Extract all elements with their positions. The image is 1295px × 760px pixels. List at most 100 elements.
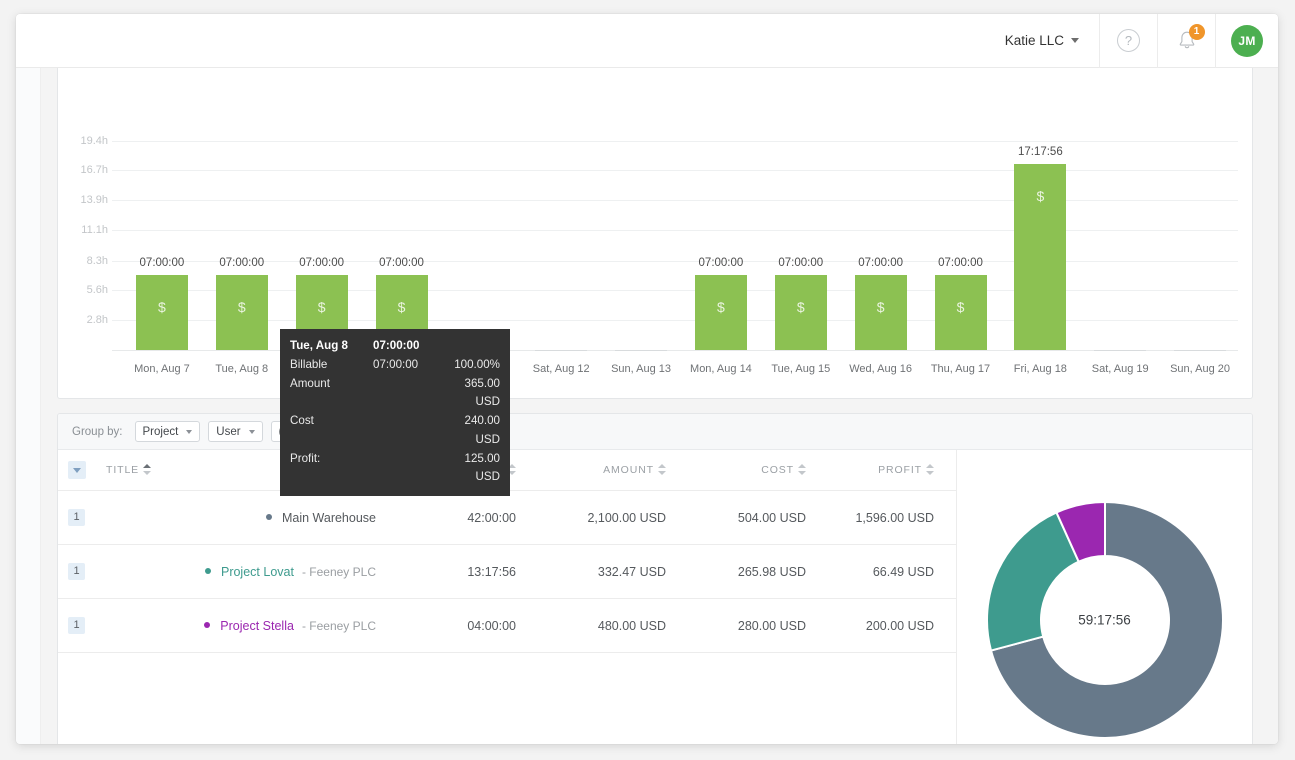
bar-value-label: 07:00:00 (938, 256, 983, 269)
donut-center-label: 59:17:56 (1078, 612, 1131, 627)
content-area: 19.4h 16.7h 13.9h 11.1h 8.3h 5.6h 2.8h $07:00:0… (41, 68, 1278, 744)
x-axis-tick-label: Sun, Aug 20 (1170, 363, 1231, 375)
tooltip-row: Cost 240.00 USD (290, 412, 500, 450)
chart-bar[interactable]: $ (694, 274, 747, 350)
chevron-down-icon (186, 429, 193, 434)
tooltip-row-mid: 07:00:00 (373, 357, 419, 371)
tooltip-row-right: 100.00% (454, 357, 500, 371)
chart-gridline (112, 319, 1238, 321)
expand-all-button[interactable] (68, 461, 86, 479)
tooltip-total-duration: 07:00:00 (373, 339, 420, 352)
y-axis-tick-label: 2.8h (86, 313, 108, 326)
chevron-down-icon (248, 429, 255, 434)
y-axis-tick-label: 8.3h (86, 254, 108, 267)
table-row[interactable]: 1 Project Stella - Feeney PLC 04:00:00 480.0… (58, 598, 956, 653)
notifications-button[interactable]: 1 (1158, 14, 1216, 68)
column-header-amount[interactable]: AMOUNT (516, 450, 666, 491)
y-axis-tick-label: 11.1h (81, 224, 108, 237)
chart-bar[interactable]: $ (934, 274, 987, 350)
chart-bar[interactable]: $ (774, 274, 827, 350)
row-duration-cell: 04:00:00 (376, 598, 516, 653)
top-bar: Katie LLC ? 1 JM (16, 14, 1278, 68)
row-amount-cell: 2,100.00 USD (516, 490, 666, 545)
expand-all-header (58, 450, 106, 491)
chart-bar[interactable]: $ (1014, 163, 1067, 350)
project-color-dot (204, 621, 211, 628)
tooltip-header-row: Tue, Aug 8 07:00:00 (290, 337, 500, 356)
column-header-profit[interactable]: PROFIT (806, 450, 956, 491)
billable-dollar-icon: $ (237, 298, 246, 315)
row-amount-cell: 480.00 USD (516, 598, 666, 653)
row-count-cell: 1 (58, 598, 106, 653)
row-count-chip: 1 (68, 563, 85, 580)
row-title-cell: Project Stella - Feeney PLC (106, 598, 376, 653)
chevron-down-icon (73, 467, 81, 473)
group-by-select-1[interactable]: Project (134, 421, 201, 442)
tooltip-row-label: Billable (290, 357, 328, 371)
billable-dollar-icon: $ (717, 298, 725, 315)
row-title-cell: Project Lovat - Feeney PLC (106, 544, 376, 599)
sort-arrows-icon[interactable] (143, 464, 152, 475)
chart-bar[interactable]: $ (854, 274, 907, 350)
y-axis-tick-label: 13.9h (80, 194, 108, 207)
row-client-name: - Feeney PLC (301, 564, 376, 579)
tooltip-date: Tue, Aug 8 (290, 339, 348, 352)
row-cost-cell: 280.00 USD (666, 598, 806, 653)
row-profit-cell: 1,596.00 USD (806, 490, 956, 545)
donut-chart: 59:17:56 (985, 500, 1225, 740)
tooltip-row-right: 125.00 USD (464, 451, 500, 484)
chart-bar[interactable]: $ (215, 274, 268, 350)
chart-gridline (112, 200, 1238, 202)
question-mark-circle-icon: ? (1117, 29, 1140, 52)
left-rail (16, 68, 41, 744)
y-axis-tick-label: 19.4h (80, 135, 108, 147)
column-header-cost-label: COST (761, 464, 794, 476)
billable-dollar-icon: $ (1036, 187, 1045, 204)
billable-dollar-icon: $ (876, 298, 885, 315)
summary-split: TITLE DURATION AMOUNT COST (58, 450, 1252, 744)
row-cost-cell: 265.98 USD (666, 544, 806, 599)
group-by-select-1-value: Project (142, 425, 179, 438)
user-menu-button[interactable]: JM (1216, 14, 1278, 68)
tooltip-row-label: Amount (290, 376, 330, 390)
sort-arrows-icon[interactable] (658, 464, 666, 475)
tooltip-row-mid (373, 412, 439, 450)
chart-gridline (112, 230, 1238, 232)
group-by-label: Group by: (72, 425, 123, 438)
org-switcher[interactable]: Katie LLC (991, 14, 1100, 68)
group-by-select-2[interactable]: User (208, 421, 263, 442)
bar-value-label: 07:00:00 (379, 256, 424, 269)
page-background: Katie LLC ? 1 JM 19.4h 16.7h 13.9h 11.1h… (0, 0, 1295, 760)
chart-bar[interactable]: $ (135, 274, 188, 350)
sort-arrows-icon[interactable] (798, 464, 806, 475)
row-duration-cell: 13:17:56 (376, 544, 516, 599)
avatar: JM (1231, 24, 1263, 57)
table-row[interactable]: 1 Project Lovat - Feeney PLC 13:17:56 332.47… (58, 544, 956, 599)
tooltip-row-label: Cost (290, 414, 314, 428)
row-title-link[interactable]: Main Warehouse (282, 511, 376, 525)
row-profit-cell: 200.00 USD (806, 598, 956, 653)
bar-chart-plot: 19.4h 16.7h 13.9h 11.1h 8.3h 5.6h 2.8h $07:00:0… (58, 68, 1252, 398)
tooltip-header-spacer (439, 337, 500, 356)
tooltip-row: Profit: 125.00 USD (290, 450, 500, 488)
group-by-select-2-value: User (216, 425, 241, 438)
summary-panel: Group by: Project User (None) (57, 413, 1253, 744)
chart-tooltip: Tue, Aug 8 07:00:00 Billable 07:00:00 10… (280, 329, 510, 497)
tooltip-row-right: 365.00 USD (464, 376, 500, 409)
chart-gridline (112, 141, 1238, 142)
column-header-cost[interactable]: COST (666, 450, 806, 491)
bell-icon: 1 (1174, 23, 1205, 54)
bar-value-label: 17:17:56 (1017, 145, 1063, 158)
help-button[interactable]: ? (1100, 14, 1158, 68)
row-title-link[interactable]: Project Stella (220, 619, 294, 633)
project-color-dot (204, 567, 211, 574)
billable-dollar-icon: $ (796, 298, 805, 315)
row-amount-cell: 332.47 USD (516, 544, 666, 599)
sort-arrows-icon[interactable] (926, 464, 934, 475)
timesheet-bar-chart-card: 19.4h 16.7h 13.9h 11.1h 8.3h 5.6h 2.8h $07:00:0… (57, 68, 1253, 497)
chart-empty-bar-stub (1174, 350, 1227, 351)
column-header-title-label: TITLE (106, 464, 140, 476)
table-row[interactable]: 1 Main Warehouse 42:00:00 2,100.00 USD 504.0… (58, 490, 956, 545)
row-title-link[interactable]: Project Lovat (221, 565, 294, 579)
row-duration-cell: 42:00:00 (376, 490, 516, 545)
